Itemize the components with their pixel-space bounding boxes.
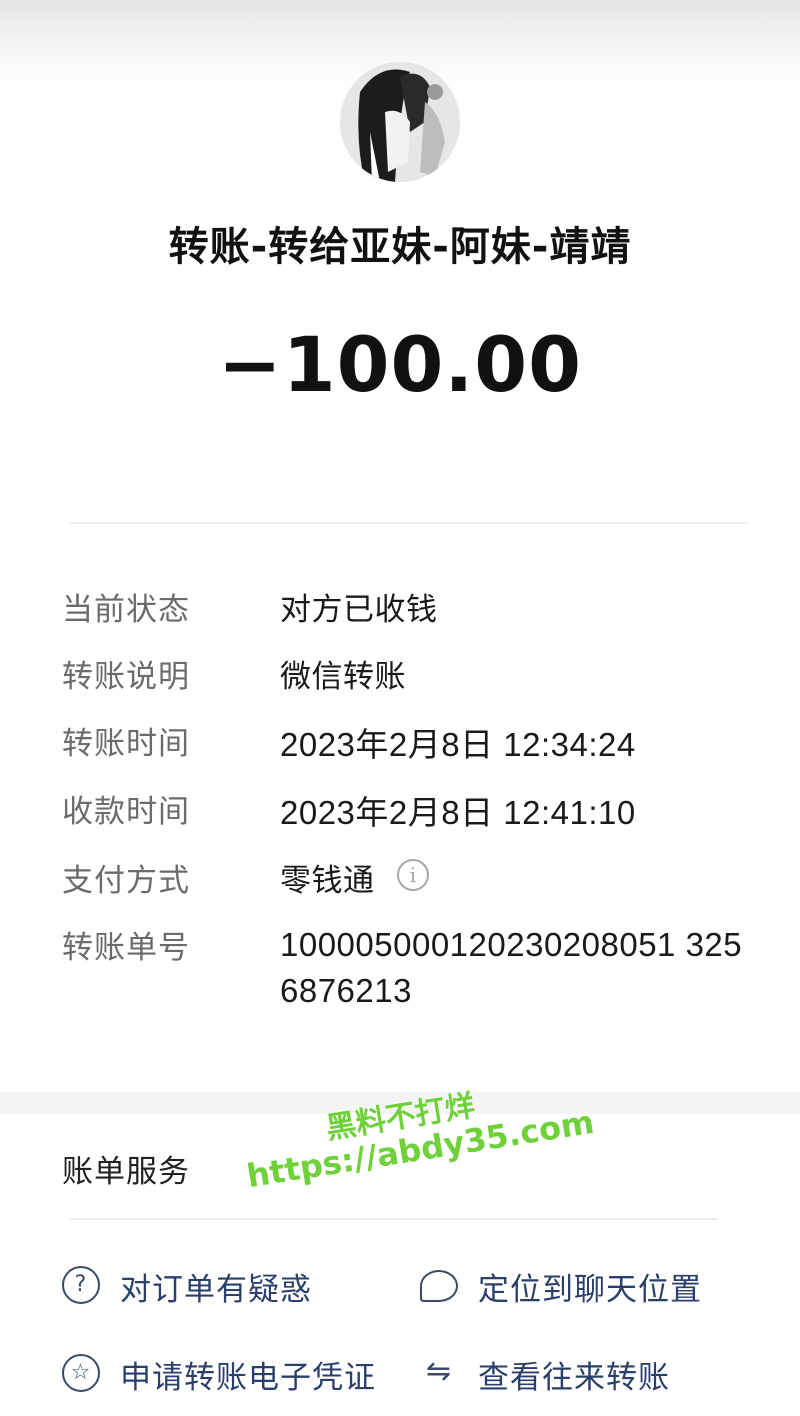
transfer-title: 转账-转给亚妹-阿妹-靖靖 [168,224,632,270]
detail-value: 微信转账 [280,659,406,695]
detail-label: 转账单号 [62,930,190,966]
service-label: 定位到聊天位置 [478,1272,702,1308]
question-icon: ? [62,1266,100,1304]
service-label: 查看往来转账 [478,1360,670,1396]
star-badge-icon: ☆ [62,1354,100,1392]
info-icon[interactable]: i [397,859,429,891]
detail-label: 转账说明 [62,659,190,695]
divider [70,1218,718,1220]
detail-value: 零钱通 [280,863,375,899]
detail-label: 转账时间 [62,726,190,762]
detail-label: 当前状态 [62,592,190,628]
transfer-amount: −100.00 [218,320,582,409]
bill-services-title: 账单服务 [62,1154,190,1190]
detail-label: 收款时间 [62,794,190,830]
service-label: 对订单有疑惑 [120,1272,312,1308]
detail-value: 对方已收钱 [280,592,438,628]
detail-value: 2023年2月8日 12:41:10 [280,794,636,831]
detail-label: 支付方式 [62,863,190,899]
avatar[interactable] [340,62,460,182]
chat-bubble-icon [420,1270,458,1302]
avatar-image [340,62,460,182]
detail-value: 2023年2月8日 12:34:24 [280,726,636,763]
transaction-number: 100005000120230208051 3256876213 [280,926,743,1009]
divider [70,522,748,524]
swap-arrows-icon: ⇋ [425,1354,453,1389]
service-label: 申请转账电子凭证 [120,1360,376,1396]
